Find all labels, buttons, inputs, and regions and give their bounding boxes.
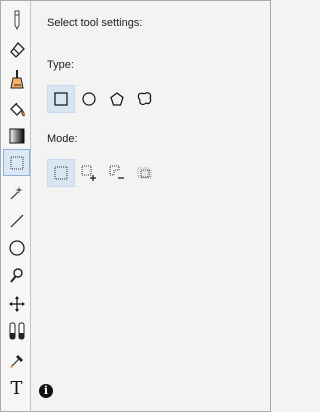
brush-icon [9, 69, 24, 88]
color-swap-tool-button[interactable] [3, 317, 30, 344]
color-swatches-icon [9, 322, 24, 339]
text-tool-button[interactable]: T [3, 375, 30, 402]
magnifier-icon [9, 267, 23, 283]
magic-wand-tool-button[interactable] [3, 179, 30, 206]
tool-settings-window: T Select tool settings: Type: Mode: i [0, 0, 271, 412]
type-polygon-option[interactable] [103, 85, 131, 113]
brush-tool-button[interactable] [3, 65, 30, 92]
tools-toolbar: T [1, 1, 31, 411]
line-icon [10, 214, 23, 227]
mode-intersect-option[interactable] [131, 159, 159, 187]
replace-mode-icon [54, 166, 68, 180]
rectangle-select-tool-button[interactable] [3, 149, 30, 176]
magic-wand-icon [10, 185, 23, 199]
type-freeform-option[interactable] [131, 85, 159, 113]
paint-bucket-icon [9, 102, 25, 117]
polygon-type-icon [110, 92, 124, 106]
pencil-tool-button[interactable] [3, 6, 30, 33]
eraser-tool-button[interactable] [3, 36, 30, 63]
settings-heading: Select tool settings: [47, 17, 143, 29]
mode-add-option[interactable] [75, 159, 103, 187]
gradient-icon [9, 128, 24, 143]
rectangle-select-icon [10, 156, 23, 169]
ellipse-tool-button[interactable] [3, 234, 30, 261]
mode-subtract-option[interactable] [103, 159, 131, 187]
subtract-mode-icon [109, 165, 124, 179]
add-mode-icon [81, 165, 96, 181]
rectangle-type-icon [54, 92, 68, 106]
eraser-icon [9, 41, 25, 58]
type-ellipse-option[interactable] [75, 85, 103, 113]
freeform-type-icon [137, 92, 152, 106]
settings-panel: Select tool settings: Type: Mode: i [31, 1, 270, 411]
info-icon[interactable]: i [39, 384, 53, 398]
zoom-tool-button[interactable] [3, 262, 30, 289]
text-tool-icon: T [10, 377, 23, 399]
eyedropper-tool-button[interactable] [3, 347, 30, 374]
type-label: Type: [47, 59, 74, 71]
move-arrows-icon [8, 295, 25, 312]
eyedropper-icon [10, 354, 23, 368]
mode-replace-option[interactable] [47, 159, 75, 187]
pencil-icon [14, 10, 19, 30]
mode-label: Mode: [47, 133, 78, 145]
move-tool-button[interactable] [3, 290, 30, 317]
type-rectangle-option[interactable] [47, 85, 75, 113]
ellipse-icon [8, 239, 25, 256]
gradient-tool-button[interactable] [3, 122, 30, 149]
ellipse-type-icon [82, 92, 96, 106]
intersect-mode-icon [137, 167, 152, 179]
line-tool-button[interactable] [3, 207, 30, 234]
fill-tool-button[interactable] [3, 95, 30, 122]
